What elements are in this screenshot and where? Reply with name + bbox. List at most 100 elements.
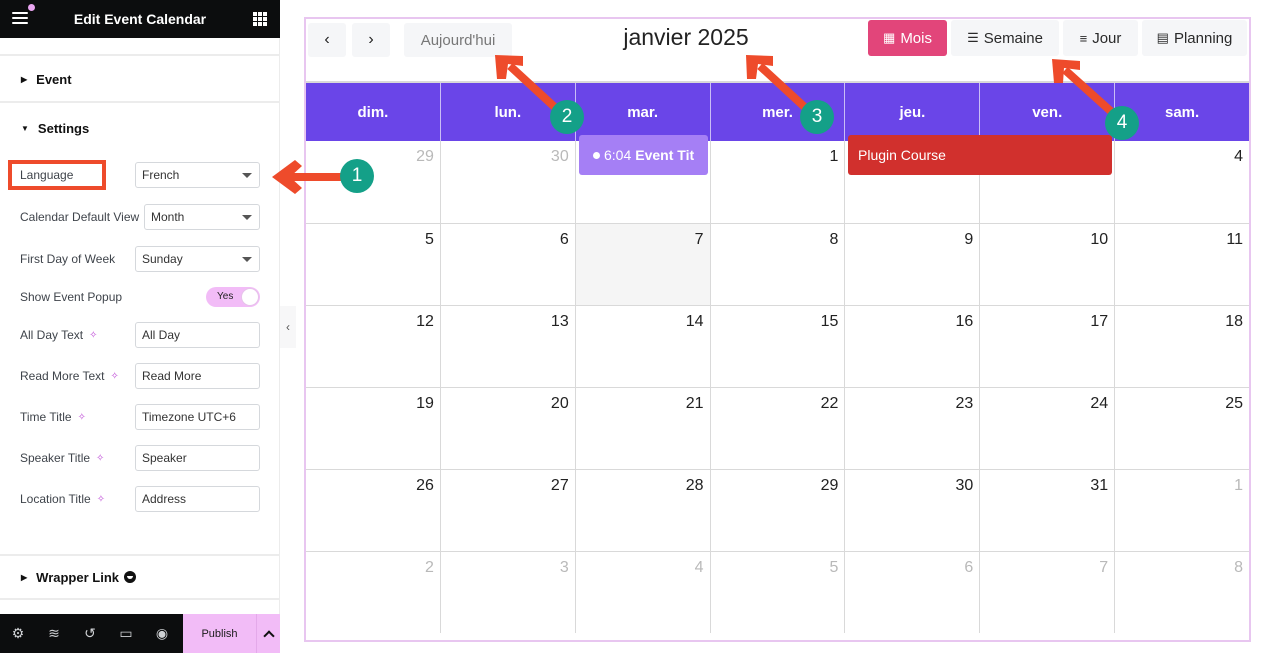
day-cell[interactable]: 13: [441, 306, 576, 387]
day-cell[interactable]: 24: [980, 388, 1116, 469]
language-select[interactable]: French: [135, 162, 260, 188]
day-number[interactable]: 30: [551, 148, 569, 166]
day-cell[interactable]: 9: [845, 224, 981, 305]
ai-sparkle-icon[interactable]: ✧: [97, 494, 105, 505]
history-icon[interactable]: ↺: [72, 614, 108, 653]
day-number[interactable]: 29: [416, 148, 434, 166]
view-agenda-button[interactable]: ▤ Planning: [1142, 20, 1247, 56]
today-button[interactable]: Aujourd'hui: [404, 23, 512, 57]
ai-sparkle-icon[interactable]: ✧: [111, 371, 119, 382]
day-number[interactable]: 29: [821, 477, 839, 495]
view-month-button[interactable]: ▦ Mois: [868, 20, 947, 56]
day-cell[interactable]: 2: [306, 552, 441, 633]
day-number[interactable]: 1: [1234, 477, 1243, 495]
day-cell[interactable]: 10: [980, 224, 1116, 305]
day-cell[interactable]: 8: [1115, 552, 1249, 633]
day-cell[interactable]: 14: [576, 306, 711, 387]
first-day-select[interactable]: Sunday: [135, 246, 260, 272]
day-number[interactable]: 6: [964, 559, 973, 577]
next-month-button[interactable]: ›: [352, 23, 390, 57]
day-number[interactable]: 19: [416, 395, 434, 413]
speaker-title-input[interactable]: Speaker: [135, 445, 260, 471]
section-settings[interactable]: ▼ Settings: [0, 105, 280, 151]
publish-button[interactable]: Publish: [183, 614, 256, 653]
view-day-button[interactable]: ≡ Jour: [1063, 20, 1138, 56]
day-number[interactable]: 2: [425, 559, 434, 577]
day-number[interactable]: 25: [1225, 395, 1243, 413]
day-cell[interactable]: 22: [711, 388, 846, 469]
day-cell[interactable]: 29: [711, 470, 846, 551]
day-cell[interactable]: 1: [711, 141, 846, 223]
day-number[interactable]: 31: [1090, 477, 1108, 495]
day-cell[interactable]: 6: [845, 552, 981, 633]
day-number[interactable]: 14: [686, 313, 704, 331]
preview-icon[interactable]: ◉: [144, 614, 180, 653]
event-item[interactable]: Plugin Course: [848, 135, 1112, 175]
day-cell[interactable]: 5: [306, 224, 441, 305]
prev-month-button[interactable]: ‹: [308, 23, 346, 57]
day-cell[interactable]: 7: [980, 552, 1116, 633]
day-cell[interactable]: 20: [441, 388, 576, 469]
day-cell[interactable]: 4: [576, 552, 711, 633]
day-cell[interactable]: 17: [980, 306, 1116, 387]
day-cell[interactable]: 27: [441, 470, 576, 551]
day-number[interactable]: 23: [956, 395, 974, 413]
default-view-select[interactable]: Month: [144, 204, 260, 230]
day-cell[interactable]: 11: [1115, 224, 1249, 305]
read-more-text-input[interactable]: Read More: [135, 363, 260, 389]
day-cell[interactable]: 4: [1115, 141, 1249, 223]
location-title-input[interactable]: Address: [135, 486, 260, 512]
day-cell[interactable]: 31: [980, 470, 1116, 551]
day-number[interactable]: 8: [1234, 559, 1243, 577]
day-cell[interactable]: 1: [1115, 470, 1249, 551]
day-cell[interactable]: 16: [845, 306, 981, 387]
day-cell[interactable]: 8: [711, 224, 846, 305]
day-cell[interactable]: 21: [576, 388, 711, 469]
day-cell[interactable]: 29: [306, 141, 441, 223]
day-cell[interactable]: 15: [711, 306, 846, 387]
day-number[interactable]: 18: [1225, 313, 1243, 331]
day-number[interactable]: 15: [821, 313, 839, 331]
day-cell[interactable]: 6: [441, 224, 576, 305]
day-cell[interactable]: 26: [306, 470, 441, 551]
day-cell[interactable]: 25: [1115, 388, 1249, 469]
show-popup-toggle[interactable]: Yes: [206, 287, 260, 307]
day-cell[interactable]: 28: [576, 470, 711, 551]
day-number[interactable]: 4: [695, 559, 704, 577]
responsive-icon[interactable]: ▭: [108, 614, 144, 653]
day-cell[interactable]: 30: [441, 141, 576, 223]
collapse-panel-button[interactable]: ‹: [280, 306, 296, 348]
publish-options-button[interactable]: [256, 614, 280, 653]
layers-icon[interactable]: ≋: [36, 614, 72, 653]
ai-sparkle-icon[interactable]: ✧: [96, 453, 104, 464]
day-cell[interactable]: 3: [441, 552, 576, 633]
day-cell[interactable]: 18: [1115, 306, 1249, 387]
ai-sparkle-icon[interactable]: ✧: [78, 412, 86, 423]
day-number[interactable]: 13: [551, 313, 569, 331]
day-number[interactable]: 4: [1234, 148, 1243, 166]
day-number[interactable]: 11: [1226, 231, 1243, 249]
day-cell[interactable]: 23: [845, 388, 981, 469]
view-week-button[interactable]: ☰ Semaine: [951, 20, 1059, 56]
ai-sparkle-icon[interactable]: ✧: [89, 330, 97, 341]
day-number[interactable]: 3: [560, 559, 569, 577]
day-number[interactable]: 28: [686, 477, 704, 495]
settings-icon[interactable]: ⚙: [0, 614, 36, 653]
day-number[interactable]: 7: [695, 231, 704, 249]
widgets-grid-icon[interactable]: [253, 12, 267, 26]
day-number[interactable]: 26: [416, 477, 434, 495]
section-wrapper-link[interactable]: ▶ Wrapper Link: [0, 554, 280, 600]
day-number[interactable]: 6: [560, 231, 569, 249]
day-number[interactable]: 9: [964, 231, 973, 249]
day-cell[interactable]: 12: [306, 306, 441, 387]
time-title-input[interactable]: Timezone UTC+6: [135, 404, 260, 430]
day-number[interactable]: 17: [1090, 313, 1108, 331]
day-cell[interactable]: 30: [845, 470, 981, 551]
day-number[interactable]: 16: [956, 313, 974, 331]
day-number[interactable]: 21: [686, 395, 704, 413]
day-number[interactable]: 12: [416, 313, 434, 331]
day-number[interactable]: 7: [1099, 559, 1108, 577]
day-number[interactable]: 8: [830, 231, 839, 249]
day-number[interactable]: 20: [551, 395, 569, 413]
day-number[interactable]: 27: [551, 477, 569, 495]
